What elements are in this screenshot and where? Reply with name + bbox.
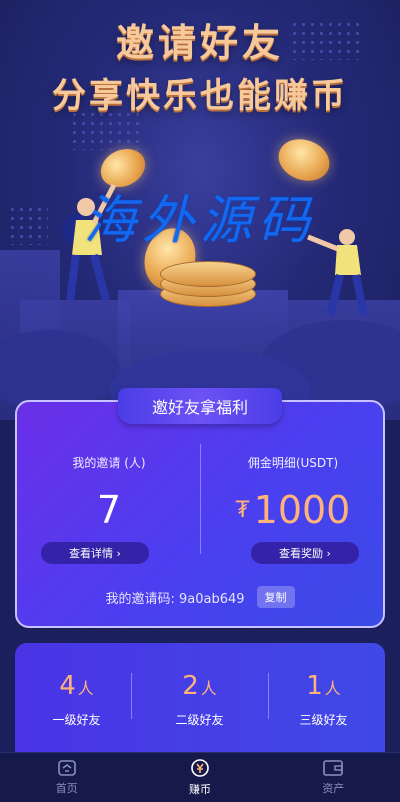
tab-assets[interactable]: 资产 bbox=[267, 753, 400, 802]
my-invites-label: 我的邀请 (人) bbox=[72, 456, 146, 470]
view-rewards-button[interactable]: 查看奖励 › bbox=[251, 542, 359, 564]
commission-label: 佣金明细(USDT) bbox=[247, 456, 339, 470]
level-1-count: 4 bbox=[59, 671, 76, 701]
tether-icon: ₮ bbox=[235, 498, 250, 523]
bottom-tab-bar: 首页 赚币 资产 bbox=[0, 752, 400, 802]
level-2-friends[interactable]: 2人 二级好友 bbox=[138, 643, 261, 763]
copy-button[interactable]: 复制 bbox=[256, 586, 295, 608]
hero-subtitle: 分享快乐也能赚币 bbox=[52, 76, 348, 116]
tab-home[interactable]: 首页 bbox=[0, 753, 133, 802]
level-3-label: 三级好友 bbox=[299, 713, 348, 727]
friend-levels-panel: 4人 一级好友 2人 二级好友 1人 三级好友 bbox=[15, 643, 385, 763]
my-invites-count: 7 bbox=[96, 488, 122, 532]
invite-code-text: 我的邀请码: 9a0ab649 bbox=[105, 588, 244, 607]
tab-assets-label: 资产 bbox=[322, 782, 345, 795]
level-3-count: 1 bbox=[306, 671, 323, 701]
coin-stack-icon bbox=[160, 255, 256, 307]
level-divider bbox=[131, 673, 132, 719]
tab-earn[interactable]: 赚币 bbox=[133, 753, 266, 802]
card-tab-title: 邀好友拿福利 bbox=[118, 388, 282, 424]
watermark-text: 海外源码 bbox=[83, 191, 316, 251]
level-3-friends[interactable]: 1人 三级好友 bbox=[262, 643, 385, 763]
tab-home-label: 首页 bbox=[55, 782, 78, 795]
invite-code-row: 我的邀请码: 9a0ab649 复制 bbox=[17, 586, 383, 608]
my-invites-section: 我的邀请 (人) 7 查看详情 › bbox=[17, 402, 201, 572]
home-icon bbox=[57, 760, 76, 776]
level-1-label: 一级好友 bbox=[52, 713, 101, 727]
invite-code-value: 9a0ab649 bbox=[178, 591, 245, 607]
invite-code-label: 我的邀请码: bbox=[105, 591, 175, 607]
level-1-unit: 人 bbox=[77, 679, 94, 698]
hero-banner: 邀请好友 分享快乐也能赚币 海外源码 bbox=[0, 0, 400, 420]
tab-earn-label: 赚币 bbox=[188, 783, 211, 796]
level-3-unit: 人 bbox=[324, 679, 341, 698]
commission-amount: 1000 bbox=[253, 488, 351, 532]
view-details-button[interactable]: 查看详情 › bbox=[41, 542, 149, 564]
commission-value-row: ₮ 1000 bbox=[201, 488, 385, 532]
earn-coin-icon bbox=[191, 759, 209, 777]
level-2-count: 2 bbox=[182, 671, 199, 701]
level-2-label: 二级好友 bbox=[175, 713, 224, 727]
level-2-unit: 人 bbox=[200, 679, 217, 698]
hero-title: 邀请好友 bbox=[115, 21, 284, 65]
wallet-icon bbox=[323, 760, 344, 776]
invite-rewards-card: 我的邀请 (人) 7 查看详情 › 佣金明细(USDT) ₮ 1000 查看奖励 … bbox=[15, 400, 385, 628]
commission-section: 佣金明细(USDT) ₮ 1000 查看奖励 › bbox=[201, 402, 385, 572]
level-1-friends[interactable]: 4人 一级好友 bbox=[15, 643, 138, 763]
